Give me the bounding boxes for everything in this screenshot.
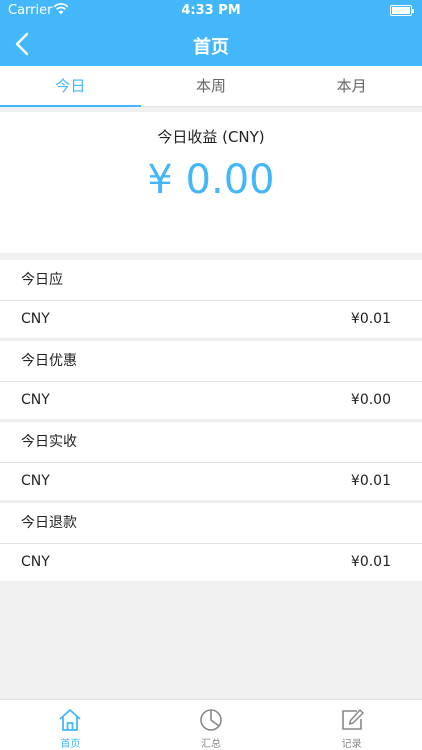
section-receivable: 今日应 CNY ¥0.01 [0,260,422,338]
tabbar-item-home[interactable]: 首页 [0,700,141,750]
edit-note-icon [341,709,364,730]
section-title: 今日实收 [0,422,422,463]
summary-amount: ¥ 0.00 [147,157,275,203]
home-icon [59,709,81,731]
battery-icon [390,5,414,16]
tabbar-label: 记录 [341,739,362,750]
section-title: 今日优惠 [0,341,422,382]
currency-label: CNY [21,392,50,408]
amount-value: ¥0.01 [350,311,391,327]
amount-value: ¥0.01 [350,473,391,489]
list-item: CNY ¥0.01 [0,301,422,338]
section-refund: 今日退款 CNY ¥0.01 [0,503,422,581]
revenue-summary: 今日收益 (CNY) ¥ 0.00 [0,112,422,253]
tabbar-label: 汇总 [201,739,221,750]
tabbar-item-records[interactable]: 记录 [281,700,422,750]
currency-label: CNY [21,311,50,327]
section-discount: 今日优惠 CNY ¥0.00 [0,341,422,419]
list-item: CNY ¥0.00 [0,382,422,419]
bottom-tab-bar: 首页 汇总 记录 [0,699,422,750]
section-title: 今日退款 [0,503,422,544]
pie-chart-icon [200,709,222,731]
section-received: 今日实收 CNY ¥0.01 [0,422,422,500]
tab-today[interactable]: 今日 [0,66,141,107]
tabbar-item-summary[interactable]: 汇总 [141,700,282,750]
status-bar: Carrier 4:33 PM [0,0,422,22]
tabbar-label: 首页 [60,739,81,750]
nav-bar: 首页 [0,22,422,66]
section-title: 今日应 [0,260,422,301]
period-tabs: 今日 本周 本月 [0,66,422,107]
header-bar: Carrier 4:33 PM 首页 [0,0,422,66]
list-item: CNY ¥0.01 [0,544,422,581]
page-title: 首页 [193,37,229,58]
summary-label: 今日收益 (CNY) [157,128,265,146]
currency-label: CNY [21,554,50,570]
tab-week[interactable]: 本周 [141,66,282,106]
amount-value: ¥0.01 [350,554,391,570]
amount-value: ¥0.00 [350,392,391,408]
list-item: CNY ¥0.01 [0,463,422,500]
clock: 4:33 PM [181,3,241,18]
tab-month[interactable]: 本月 [281,66,422,106]
currency-label: CNY [21,473,50,489]
